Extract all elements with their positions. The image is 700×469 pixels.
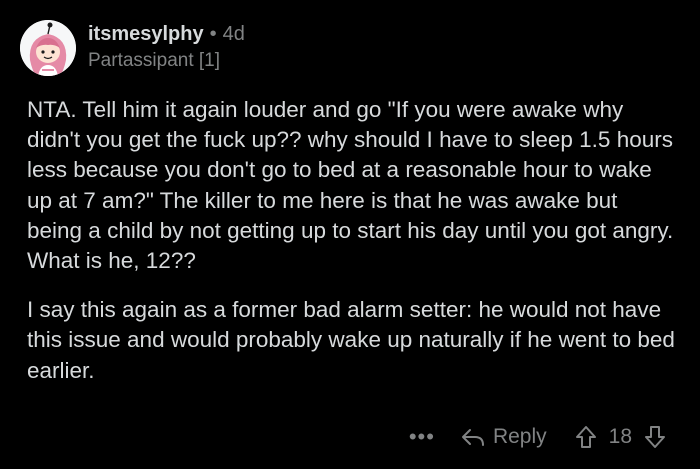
avatar[interactable] bbox=[20, 20, 76, 76]
vote-score: 18 bbox=[608, 425, 632, 448]
reply-icon bbox=[461, 427, 485, 447]
reply-label: Reply bbox=[492, 425, 547, 448]
separator-dot: • bbox=[209, 23, 217, 45]
downvote-icon[interactable] bbox=[644, 425, 666, 449]
timestamp: 4d bbox=[222, 23, 245, 45]
comment: itsmesylphy • 4d Partassipant [1] NTA. T… bbox=[0, 0, 700, 469]
comment-paragraph: NTA. Tell him it again louder and go "If… bbox=[27, 97, 674, 274]
reply-button[interactable]: Reply bbox=[461, 425, 547, 449]
user-flair: Partassipant [1] bbox=[88, 50, 221, 71]
vote-controls: 18 bbox=[575, 425, 666, 449]
comment-body: NTA. Tell him it again louder and go "If… bbox=[27, 95, 677, 405]
comment-header: itsmesylphy • 4d Partassipant [1] bbox=[88, 23, 245, 72]
comment-paragraph: I say this again as a former bad alarm s… bbox=[27, 297, 675, 383]
more-icon[interactable]: ••• bbox=[409, 426, 435, 448]
comment-actions: ••• Reply 18 bbox=[409, 425, 666, 449]
meta-line: itsmesylphy • 4d bbox=[88, 23, 245, 46]
username[interactable]: itsmesylphy bbox=[88, 23, 204, 46]
upvote-icon[interactable] bbox=[575, 425, 597, 449]
